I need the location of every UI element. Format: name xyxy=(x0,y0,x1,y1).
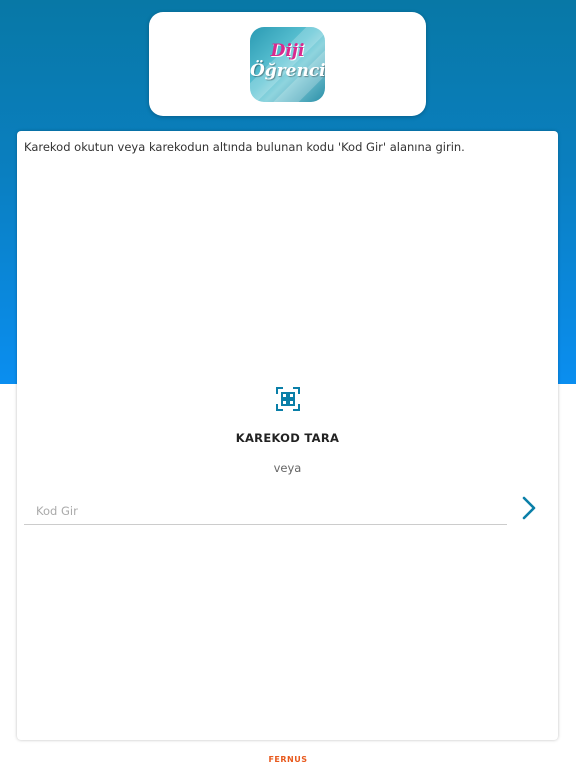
code-entry-card: Karekod okutun veya karekodun altında bu… xyxy=(17,131,558,740)
qr-scan-icon xyxy=(275,387,300,411)
logo-text-line2: Öğrenci xyxy=(250,61,325,81)
scan-qr-button[interactable]: KAREKOD TARA xyxy=(17,383,558,445)
code-input[interactable] xyxy=(24,497,507,525)
or-separator: veya xyxy=(273,461,302,475)
logo-card: Diji Öğrenci xyxy=(149,12,426,116)
footer-brand-logo: FERNUS xyxy=(268,755,308,764)
scan-qr-label: KAREKOD TARA xyxy=(235,431,340,445)
logo-text-line1: Diji xyxy=(270,41,305,61)
instruction-text: Karekod okutun veya karekodun altında bu… xyxy=(24,140,465,154)
app-logo: Diji Öğrenci xyxy=(250,27,325,102)
chevron-right-icon[interactable] xyxy=(517,494,541,522)
